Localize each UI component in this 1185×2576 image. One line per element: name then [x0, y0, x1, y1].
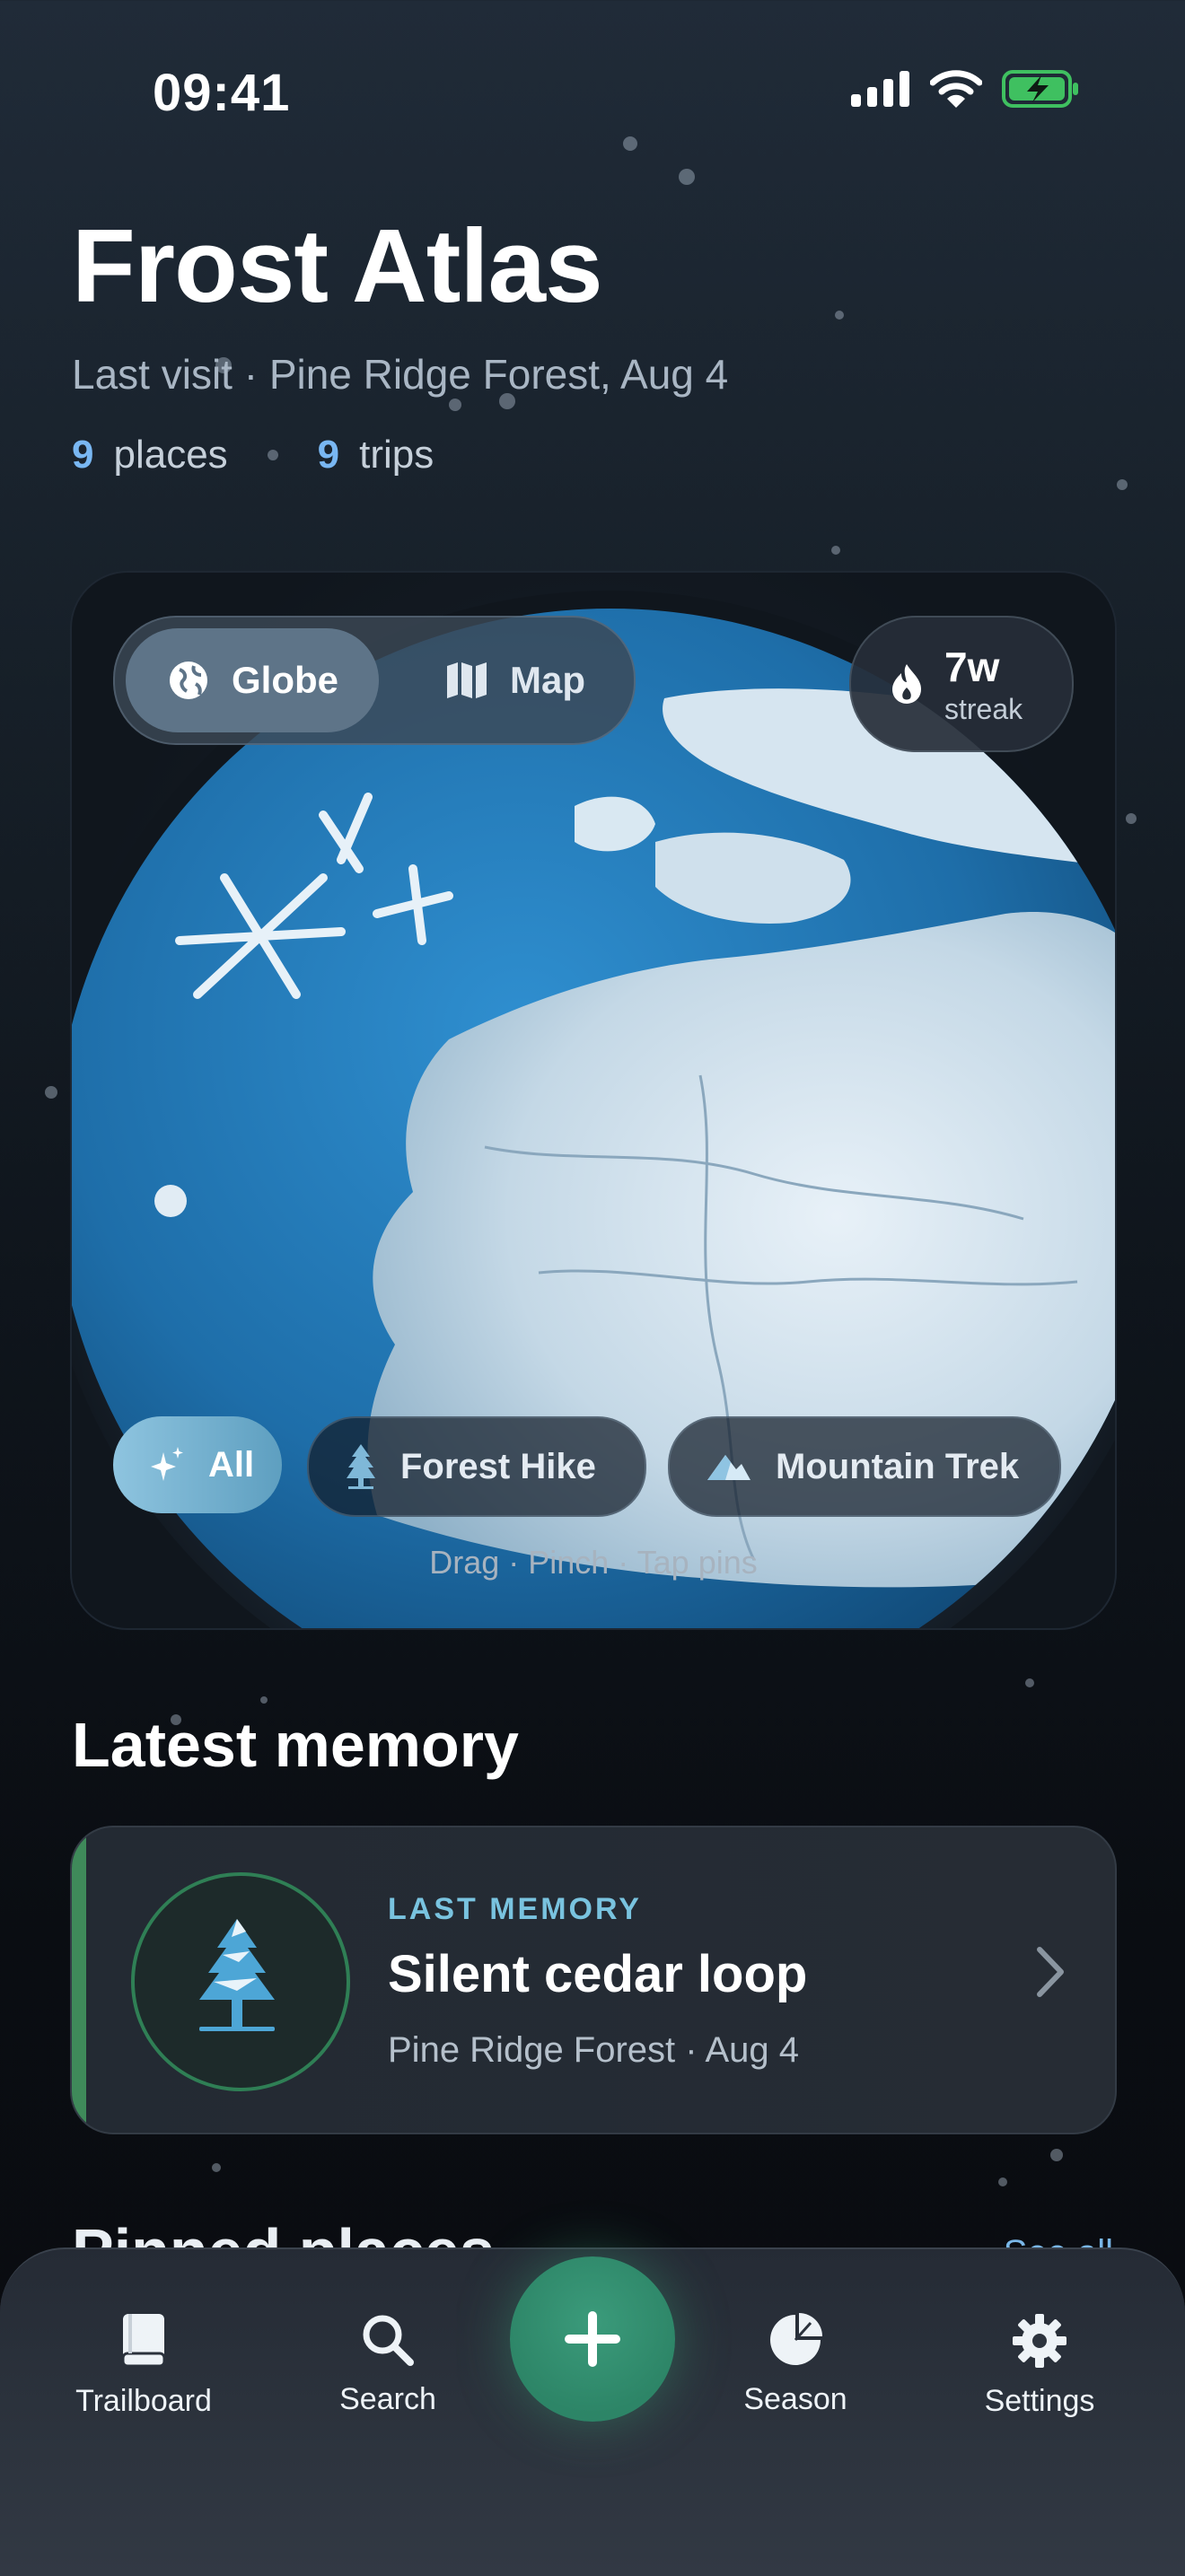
pine-tree-icon: [347, 1444, 375, 1489]
battery-charging-icon: [1002, 70, 1078, 108]
search-icon: [363, 2315, 414, 2366]
sparkle-icon: [151, 1447, 183, 1481]
streak-value: 7w: [944, 644, 1000, 690]
globe-view-button[interactable]: Globe: [126, 628, 379, 732]
map-icon: [447, 662, 487, 698]
tab-trailboard-label: Trailboard: [75, 2384, 212, 2418]
status-time: 09:41: [153, 64, 291, 122]
gear-icon: [1013, 2314, 1066, 2368]
globe-view-label: Globe: [232, 659, 339, 701]
streak-badge[interactable]: 7w streak: [849, 616, 1074, 752]
flame-icon: [892, 664, 921, 704]
tab-trailboard[interactable]: Trailboard: [36, 2312, 251, 2419]
filter-chip-mountain-trek-label: Mountain Trek: [776, 1446, 1020, 1486]
memory-subtitle: Pine Ridge Forest · Aug 4: [388, 2030, 800, 2070]
snowy-pine-tree-icon: [199, 1919, 275, 2031]
pie-chart-icon: [770, 2313, 822, 2365]
streak-label: streak: [944, 693, 1023, 725]
trips-label: trips: [359, 433, 434, 477]
memory-accent-stripe: [72, 1827, 86, 2133]
status-icons: [851, 70, 1079, 108]
tab-settings-label: Settings: [984, 2384, 1095, 2418]
last-visit-subtitle: Last visit · Pine Ridge Forest, Aug 4: [72, 351, 729, 398]
latest-memory-heading: Latest memory: [72, 1710, 519, 1780]
tab-season-label: Season: [743, 2382, 847, 2416]
plus-icon: [565, 2311, 620, 2367]
globe-card[interactable]: Globe Map 7w streak All Forest Hike Moun…: [70, 571, 1117, 1630]
chevron-right-icon: [1037, 1947, 1064, 1997]
latest-memory-card[interactable]: LAST MEMORY Silent cedar loop Pine Ridge…: [70, 1826, 1117, 2134]
mountain-icon: [707, 1455, 750, 1480]
filter-chip-all-label: All: [208, 1444, 255, 1485]
tab-search[interactable]: Search: [280, 2312, 496, 2417]
memory-thumbnail: [131, 1872, 350, 2091]
memory-kicker: LAST MEMORY: [388, 1892, 642, 1926]
globe-gesture-hint: Drag · Pinch · Tap pins: [429, 1544, 758, 1581]
filter-chip-mountain-trek[interactable]: Mountain Trek: [668, 1416, 1061, 1517]
view-toggle[interactable]: Globe Map: [113, 616, 636, 745]
filter-chip-all[interactable]: All: [113, 1416, 282, 1513]
globe-icon: [170, 662, 207, 699]
tab-settings[interactable]: Settings: [932, 2312, 1147, 2419]
page-title: Frost Atlas: [72, 207, 603, 324]
trips-count: 9: [317, 433, 340, 477]
filter-chip-forest-hike-label: Forest Hike: [400, 1446, 596, 1486]
filter-chip-forest-hike[interactable]: Forest Hike: [307, 1416, 646, 1517]
add-trip-button[interactable]: [510, 2256, 675, 2422]
cellular-signal-icon: [851, 71, 909, 107]
places-label: places: [113, 433, 228, 477]
wifi-icon: [930, 70, 982, 108]
tab-search-label: Search: [339, 2382, 436, 2416]
map-view-button[interactable]: Map: [404, 628, 619, 732]
map-view-label: Map: [510, 659, 585, 701]
stats-separator: [267, 450, 278, 460]
memory-title: Silent cedar loop: [388, 1945, 808, 2003]
book-icon: [121, 2314, 166, 2368]
tab-season[interactable]: Season: [688, 2312, 903, 2417]
places-count: 9: [72, 433, 94, 477]
stats-row: 9 places 9 trips: [72, 433, 434, 478]
